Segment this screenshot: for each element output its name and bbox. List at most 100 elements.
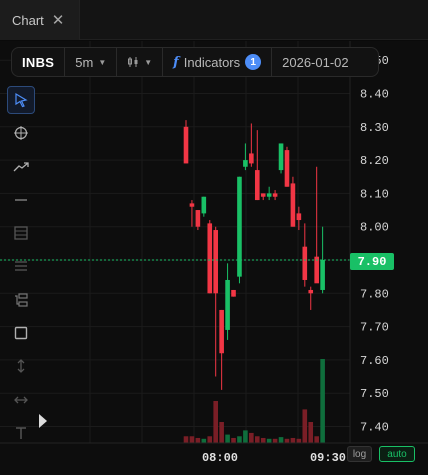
volume-bar <box>284 438 290 443</box>
tab-chart[interactable]: Chart ✕ <box>0 0 80 40</box>
volume-bar <box>278 437 284 443</box>
candle-body <box>320 260 325 290</box>
vertical-measure-icon <box>17 359 25 374</box>
scroll-right-icon[interactable] <box>39 414 47 428</box>
candle-body <box>314 256 319 284</box>
horizontal-line-tool[interactable] <box>7 186 35 214</box>
tab-label: Chart <box>12 12 44 28</box>
candle-body <box>260 193 266 197</box>
tab-bar: Chart ✕ <box>0 0 428 40</box>
price-tick-label: 7.70 <box>360 321 389 335</box>
function-icon: f <box>173 54 179 70</box>
volume-bar <box>249 432 254 443</box>
candle-body <box>183 126 189 164</box>
horizontal-measure-icon <box>14 396 28 404</box>
candle-body <box>201 196 207 214</box>
volume-bar <box>296 438 302 443</box>
indicators-count-badge: 1 <box>245 54 262 70</box>
chart-style-selector[interactable]: ▼ <box>117 48 164 76</box>
fib-icon <box>15 293 28 307</box>
rectangle-list-tool[interactable] <box>7 219 35 247</box>
trendline-tool[interactable] <box>7 153 35 181</box>
crosshair-tool[interactable] <box>7 119 35 147</box>
price-tick-label: 7.80 <box>360 287 389 301</box>
chevron-down-icon: ▼ <box>144 57 153 67</box>
volume-bar <box>254 436 260 443</box>
volume-bar <box>266 438 272 443</box>
time-tick-label: 08:00 <box>202 451 238 465</box>
symbol-header: INBS 5m ▼ ▼ f Indicators 1 2026-01-02 <box>11 47 379 77</box>
drawing-toolbar <box>6 86 36 475</box>
volume-bar <box>260 437 266 443</box>
close-icon[interactable]: ✕ <box>52 13 65 28</box>
horizontal-measure-tool[interactable] <box>7 386 35 414</box>
candle-body <box>266 193 272 197</box>
candle-body <box>254 170 260 201</box>
volume-bar <box>219 422 224 443</box>
auto-scale-button[interactable]: auto <box>379 446 415 462</box>
crosshair-icon <box>14 126 28 141</box>
volume-bar <box>201 438 207 443</box>
volume-bar <box>302 409 308 443</box>
rectangle-tool[interactable] <box>7 319 35 347</box>
candles-icon <box>128 57 138 67</box>
text-icon <box>16 427 26 439</box>
chevron-down-icon: ▼ <box>98 57 107 67</box>
candle-body <box>189 203 195 207</box>
candle-body <box>207 223 213 294</box>
lines-icon <box>15 261 27 272</box>
volume-bar <box>243 430 248 443</box>
candle-body <box>237 176 242 277</box>
cursor-tool[interactable] <box>7 86 35 114</box>
volume-bar <box>237 436 242 443</box>
indicators-label: Indicators <box>183 54 241 70</box>
volume-bar <box>290 437 296 443</box>
volume-bar <box>207 436 213 443</box>
candle-body <box>195 210 201 227</box>
volume-bar <box>195 437 201 443</box>
current-price-label: 7.90 <box>350 253 394 270</box>
price-tick-label: 8.40 <box>360 88 389 102</box>
interval-selector[interactable]: 5m ▼ <box>65 48 118 76</box>
candle-body <box>296 213 302 221</box>
candle-body <box>272 193 278 197</box>
price-tick-label: 8.30 <box>360 121 389 135</box>
text-tool[interactable] <box>7 419 35 447</box>
lines-tool[interactable] <box>7 252 35 280</box>
volume-bar <box>189 436 195 443</box>
candle-body <box>219 309 224 354</box>
candle-body <box>243 160 248 167</box>
candle-body <box>213 230 218 294</box>
log-scale-button[interactable]: log <box>347 446 372 462</box>
price-tick-label: 7.60 <box>360 354 389 368</box>
candle-body <box>249 153 254 164</box>
price-tick-label: 8.10 <box>360 187 389 201</box>
candle-body <box>225 279 230 330</box>
symbol-selector[interactable]: INBS <box>12 48 66 76</box>
candle-body <box>308 289 314 294</box>
volume-bar <box>213 401 218 443</box>
candle-body <box>278 143 284 171</box>
interval-label: 5m <box>75 54 94 70</box>
volume-bar <box>314 436 319 443</box>
candle-body <box>231 289 236 297</box>
fib-tool[interactable] <box>7 286 35 314</box>
date-label: 2026-01-02 <box>282 54 349 70</box>
date-selector[interactable]: 2026-01-02 <box>272 48 359 76</box>
volume-bar <box>231 437 236 443</box>
candle-body <box>290 183 296 227</box>
candle-body <box>302 246 308 280</box>
trendline-icon <box>13 161 29 172</box>
time-tick-label: 09:30 <box>310 451 346 465</box>
horizontal-line-icon <box>15 199 27 201</box>
price-tick-label: 7.50 <box>360 387 389 401</box>
price-tick-label: 8.20 <box>360 154 389 168</box>
indicators-button[interactable]: f Indicators 1 <box>163 48 273 76</box>
vertical-measure-tool[interactable] <box>7 352 35 380</box>
rectangle-icon <box>14 326 28 340</box>
volume-bar <box>308 422 314 443</box>
volume-bar <box>183 436 189 443</box>
candle-body <box>284 150 290 187</box>
rectangle-list-icon <box>14 226 28 240</box>
price-tick-label: 8.00 <box>360 221 389 235</box>
